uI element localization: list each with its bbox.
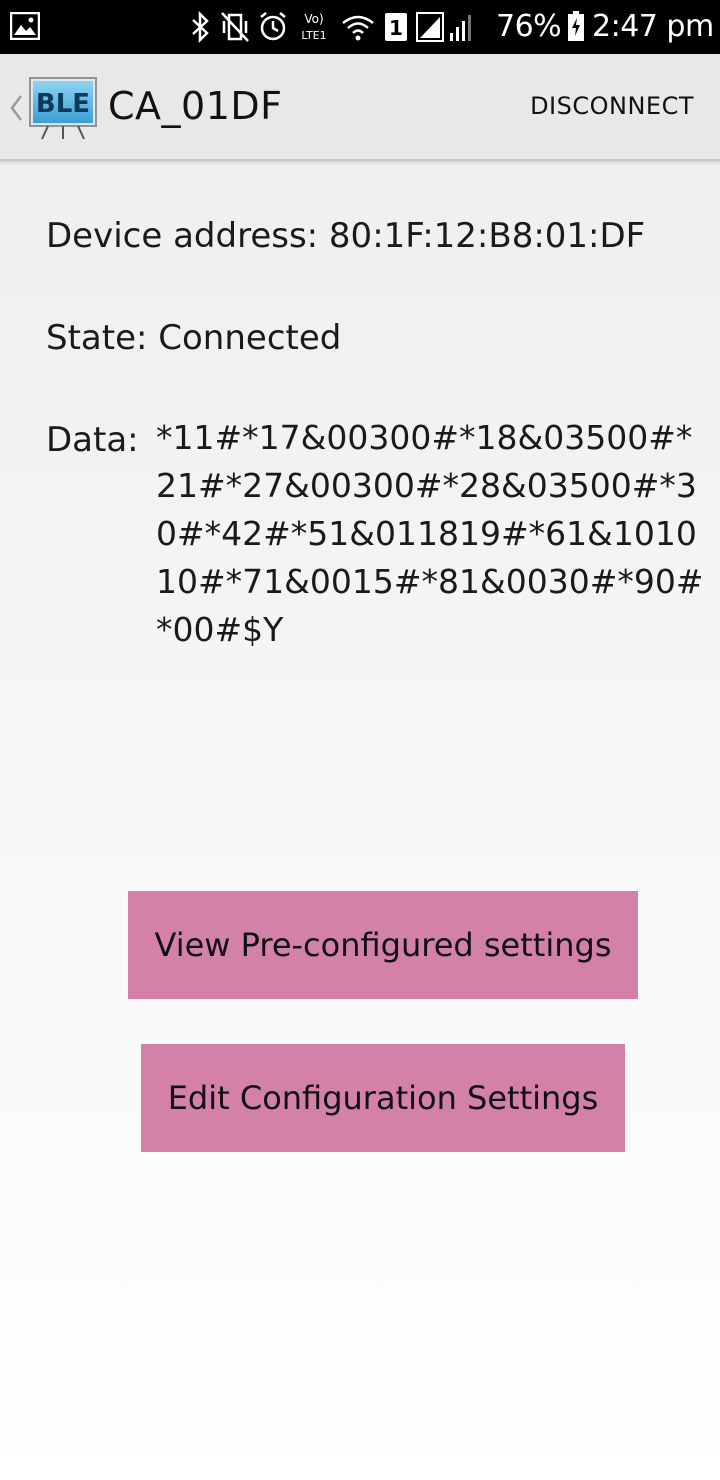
connection-state: State: Connected bbox=[46, 318, 342, 358]
edit-configuration-settings-button[interactable]: Edit Configuration Settings bbox=[141, 1044, 625, 1152]
signal-icon bbox=[416, 12, 471, 42]
gallery-icon bbox=[10, 12, 40, 40]
status-icons: Vo) LTE1 1 bbox=[190, 8, 472, 46]
battery-charging-icon bbox=[568, 11, 584, 41]
back-chevron-icon[interactable] bbox=[8, 92, 24, 124]
disconnect-button[interactable]: DISCONNECT bbox=[530, 92, 694, 120]
svg-text:1: 1 bbox=[389, 16, 403, 40]
ble-app-logo-icon[interactable]: BLE bbox=[28, 76, 98, 142]
wifi-icon bbox=[342, 15, 374, 41]
data-label: Data: bbox=[46, 420, 139, 460]
action-bar: BLE CA_01DF DISCONNECT bbox=[0, 54, 720, 161]
volte-icon: Vo) LTE1 bbox=[301, 12, 326, 42]
data-row: Data: *11#*17&00300#*18&03500#*21#*27&00… bbox=[46, 418, 716, 654]
vibrate-icon bbox=[221, 12, 249, 42]
data-value: *11#*17&00300#*18&03500#*21#*27&00300#*2… bbox=[156, 418, 704, 649]
svg-text:BLE: BLE bbox=[36, 89, 90, 119]
device-title: CA_01DF bbox=[108, 84, 283, 128]
sim-1-icon: 1 bbox=[385, 13, 407, 41]
alarm-icon bbox=[260, 12, 286, 41]
bluetooth-icon bbox=[192, 11, 209, 43]
device-address: Device address: 80:1F:12:B8:01:DF bbox=[46, 216, 646, 256]
clock: 2:47 pm bbox=[592, 9, 714, 44]
status-bar: Vo) LTE1 1 76% 2:47 pm bbox=[0, 0, 720, 54]
svg-text:Vo): Vo) bbox=[304, 12, 323, 26]
view-preconfigured-settings-button[interactable]: View Pre-configured settings bbox=[128, 891, 638, 999]
svg-text:LTE1: LTE1 bbox=[301, 29, 326, 42]
battery-percentage: 76% bbox=[496, 9, 562, 44]
